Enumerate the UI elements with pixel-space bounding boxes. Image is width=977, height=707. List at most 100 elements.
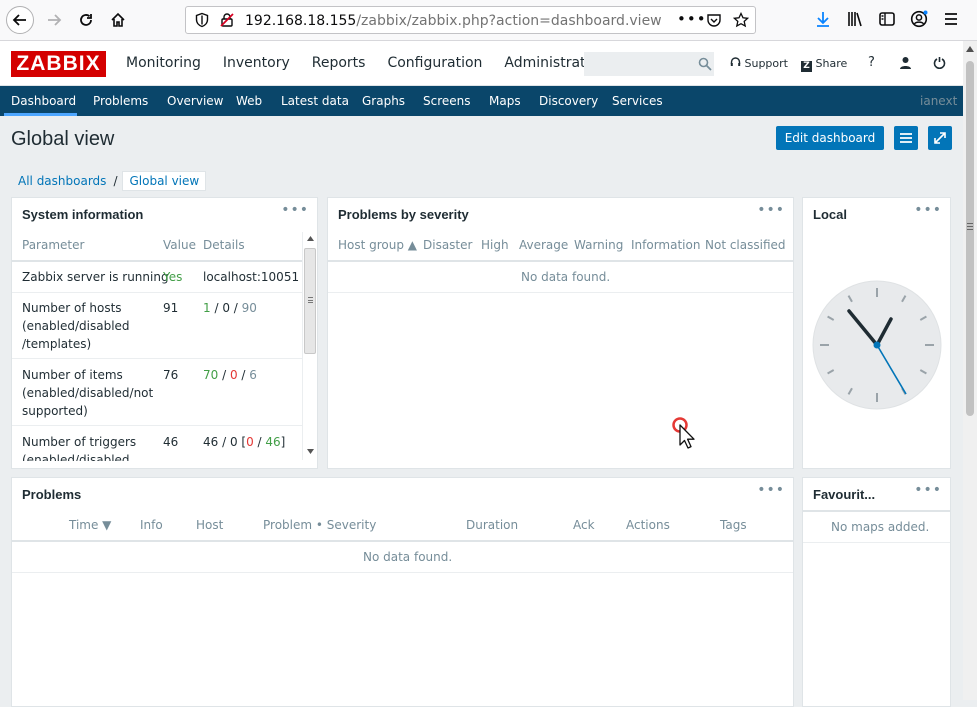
active-tab-indicator (4, 113, 77, 116)
row-divider (12, 425, 302, 426)
column-header-duration: Duration (466, 518, 519, 532)
page-title: Global view (11, 128, 115, 150)
row-details: 70 / 0 / 6 (203, 368, 257, 382)
scroll-down-icon[interactable] (307, 449, 314, 454)
column-header-info: Info (140, 518, 163, 532)
subnav-username: ianext (920, 94, 958, 108)
power-icon[interactable] (933, 56, 946, 69)
column-header-host: Host (196, 518, 224, 532)
widget-scrollbar[interactable] (302, 232, 317, 460)
sidebar-icon[interactable] (878, 10, 896, 28)
arrow-right-icon (48, 14, 62, 26)
column-header-average: Average (519, 238, 569, 252)
subnav-discovery[interactable]: Discovery (539, 94, 598, 108)
row-value: Yes (163, 270, 183, 284)
breadcrumb-all-dashboards[interactable]: All dashboards (11, 174, 113, 188)
star-icon[interactable] (733, 12, 749, 28)
fullscreen-icon (934, 132, 946, 144)
share-icon: Z (801, 61, 812, 72)
clock-widget: Local ••• (802, 197, 951, 469)
subnav-graphs[interactable]: Graphs (362, 94, 405, 108)
hosts-templates: 90 (241, 301, 257, 315)
row-value: 46 (163, 435, 179, 449)
subnav-latest-data[interactable]: Latest data (281, 94, 349, 108)
search-icon[interactable] (698, 57, 712, 71)
actions-menu-button[interactable] (894, 126, 918, 150)
scroll-thumb[interactable] (304, 248, 316, 354)
analog-clock (812, 280, 942, 410)
row-value: 91 (163, 301, 179, 315)
subnav-screens[interactable]: Screens (423, 94, 471, 108)
widget-title: Favourit... (813, 487, 876, 502)
insecure-lock-icon[interactable] (219, 12, 235, 28)
column-header-actions: Actions (626, 518, 670, 532)
triggers-close-bracket: ] (280, 435, 286, 449)
share-link[interactable]: Z Share (801, 57, 847, 72)
column-header-ack: Ack (573, 518, 595, 532)
edit-dashboard-button[interactable]: Edit dashboard (776, 126, 884, 150)
headset-icon (730, 57, 741, 66)
row-divider (12, 292, 302, 293)
scroll-up-icon[interactable] (966, 46, 974, 52)
widget-menu-button[interactable]: ••• (281, 202, 309, 218)
widget-menu-button[interactable]: ••• (757, 482, 785, 498)
help-link[interactable]: ? (868, 55, 875, 70)
widget-menu-button[interactable]: ••• (914, 202, 942, 218)
library-icon[interactable] (846, 10, 864, 28)
user-profile-icon[interactable] (899, 56, 912, 69)
widget-title: Local (813, 207, 847, 222)
top-menu: Monitoring Inventory Reports Configurati… (126, 55, 629, 71)
address-bar[interactable]: 192.168.18.155/zabbix/zabbix.php?action=… (185, 6, 756, 34)
scroll-up-icon[interactable] (307, 236, 314, 241)
column-header-time[interactable]: Time ▼ (69, 518, 111, 532)
subnav-maps[interactable]: Maps (489, 94, 521, 108)
widget-title: Problems (22, 487, 82, 502)
download-icon[interactable] (814, 10, 832, 28)
kiosk-mode-button[interactable] (928, 126, 952, 150)
pocket-icon[interactable] (706, 12, 722, 28)
support-link[interactable]: Support (730, 57, 788, 70)
column-header-tags: Tags (720, 518, 747, 532)
header-divider (12, 260, 302, 262)
breadcrumb: All dashboards / Global view (11, 170, 207, 192)
subnav-overview[interactable]: Overview (167, 94, 224, 108)
search-input[interactable] (584, 52, 714, 76)
column-header-host-group[interactable]: Host group ▲ (338, 238, 417, 252)
breadcrumb-current[interactable]: Global view (122, 171, 207, 191)
home-button[interactable] (104, 6, 132, 34)
forward-button[interactable] (40, 6, 68, 34)
widget-menu-button[interactable]: ••• (757, 202, 785, 218)
page-scroll-thumb[interactable] (966, 61, 974, 416)
page-scrollbar[interactable] (963, 41, 977, 700)
subnav-problems[interactable]: Problems (93, 94, 148, 108)
page-actions-icon[interactable]: ••• (677, 10, 707, 28)
hosts-disabled: 0 (222, 301, 230, 315)
row-details: 46 / 0 [0 / 46] (203, 435, 286, 449)
row-details: localhost:10051 (203, 270, 300, 284)
menu-monitoring[interactable]: Monitoring (126, 55, 201, 71)
row-param: Number of triggers (enabled/disabled (22, 435, 137, 461)
arrow-left-icon (12, 14, 26, 26)
subnav-services[interactable]: Services (612, 94, 663, 108)
column-header-parameter: Parameter (22, 238, 85, 252)
back-button[interactable] (6, 6, 34, 34)
menu-configuration[interactable]: Configuration (387, 55, 482, 71)
url-path: /zabbix/zabbix.php?action=dashboard.view (356, 13, 662, 29)
widget-menu-button[interactable]: ••• (914, 482, 942, 498)
row-divider (12, 572, 793, 573)
shield-icon[interactable] (194, 12, 210, 28)
menu-reports[interactable]: Reports (312, 55, 366, 71)
hamburger-menu-icon[interactable] (942, 10, 960, 28)
subnav-dashboard[interactable]: Dashboard (11, 94, 76, 108)
account-icon[interactable] (910, 10, 928, 28)
share-label: Share (815, 57, 848, 70)
row-value: 76 (163, 368, 179, 382)
column-header-warning: Warning (574, 238, 624, 252)
no-data-message: No data found. (521, 270, 611, 284)
column-header-high: High (481, 238, 509, 252)
triggers-summary: 46 / 0 [ (203, 435, 247, 449)
reload-button[interactable] (72, 6, 100, 34)
zabbix-logo[interactable]: ZABBIX (11, 51, 106, 77)
subnav-web[interactable]: Web (236, 94, 262, 108)
menu-inventory[interactable]: Inventory (223, 55, 290, 71)
